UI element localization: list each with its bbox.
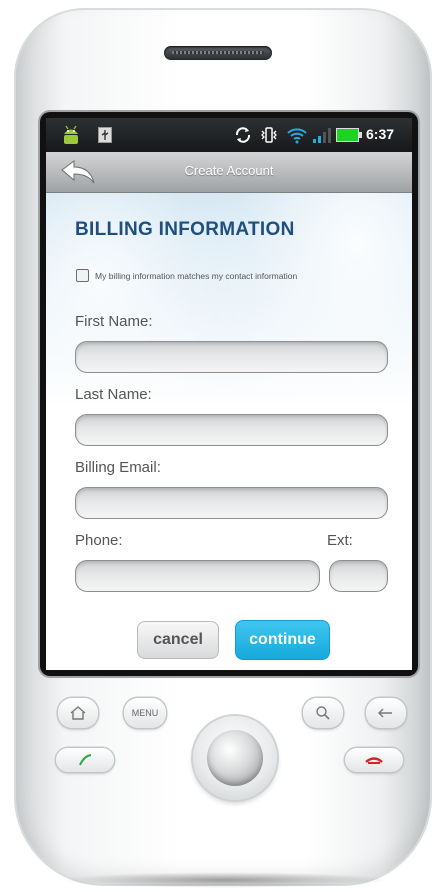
home-icon	[70, 706, 86, 720]
usb-icon	[98, 127, 112, 143]
signal-icon	[313, 128, 331, 143]
last-name-label: Last Name:	[75, 386, 152, 403]
back-button[interactable]	[366, 698, 406, 728]
wifi-icon	[287, 128, 307, 144]
match-contact-checkbox-label: My billing information matches my contac…	[95, 270, 298, 281]
call-button[interactable]	[56, 748, 114, 772]
first-name-field[interactable]	[75, 341, 388, 373]
end-call-icon	[365, 757, 383, 764]
phone-shadow	[60, 872, 390, 888]
status-bar: 6:37	[46, 118, 412, 152]
billing-email-field[interactable]	[75, 487, 388, 519]
ext-label: Ext:	[327, 532, 353, 549]
screen: 6:37 Create Account BILLING INFORMATION …	[46, 118, 412, 670]
match-contact-checkbox[interactable]	[76, 269, 89, 282]
first-name-label: First Name:	[75, 313, 153, 330]
page-title: Create Account	[184, 163, 274, 178]
vibrate-icon	[261, 127, 277, 143]
phone-field[interactable]	[75, 560, 320, 592]
android-icon	[64, 125, 78, 144]
match-contact-checkbox-row[interactable]: My billing information matches my contac…	[76, 269, 297, 282]
trackball[interactable]	[207, 730, 263, 786]
menu-button[interactable]: MENU	[124, 698, 166, 728]
sync-icon	[235, 127, 251, 143]
back-icon	[378, 708, 392, 718]
battery-icon	[336, 128, 362, 142]
continue-button[interactable]: continue	[235, 620, 330, 660]
billing-email-label: Billing Email:	[75, 459, 161, 476]
home-button[interactable]	[58, 698, 98, 728]
earpiece-speaker	[164, 46, 272, 60]
phone-label: Phone:	[75, 532, 123, 549]
ext-field[interactable]	[329, 560, 388, 592]
search-button[interactable]	[303, 698, 343, 728]
billing-form: BILLING INFORMATION My billing informati…	[46, 193, 412, 670]
end-call-button[interactable]	[345, 748, 403, 772]
call-icon	[79, 754, 92, 766]
search-icon	[316, 706, 330, 720]
status-clock: 6:37	[366, 126, 395, 142]
title-bar: Create Account	[46, 152, 412, 193]
menu-button-label: MENU	[131, 708, 159, 718]
section-heading: BILLING INFORMATION	[75, 219, 295, 240]
last-name-field[interactable]	[75, 414, 388, 446]
cancel-button[interactable]: cancel	[137, 621, 219, 659]
